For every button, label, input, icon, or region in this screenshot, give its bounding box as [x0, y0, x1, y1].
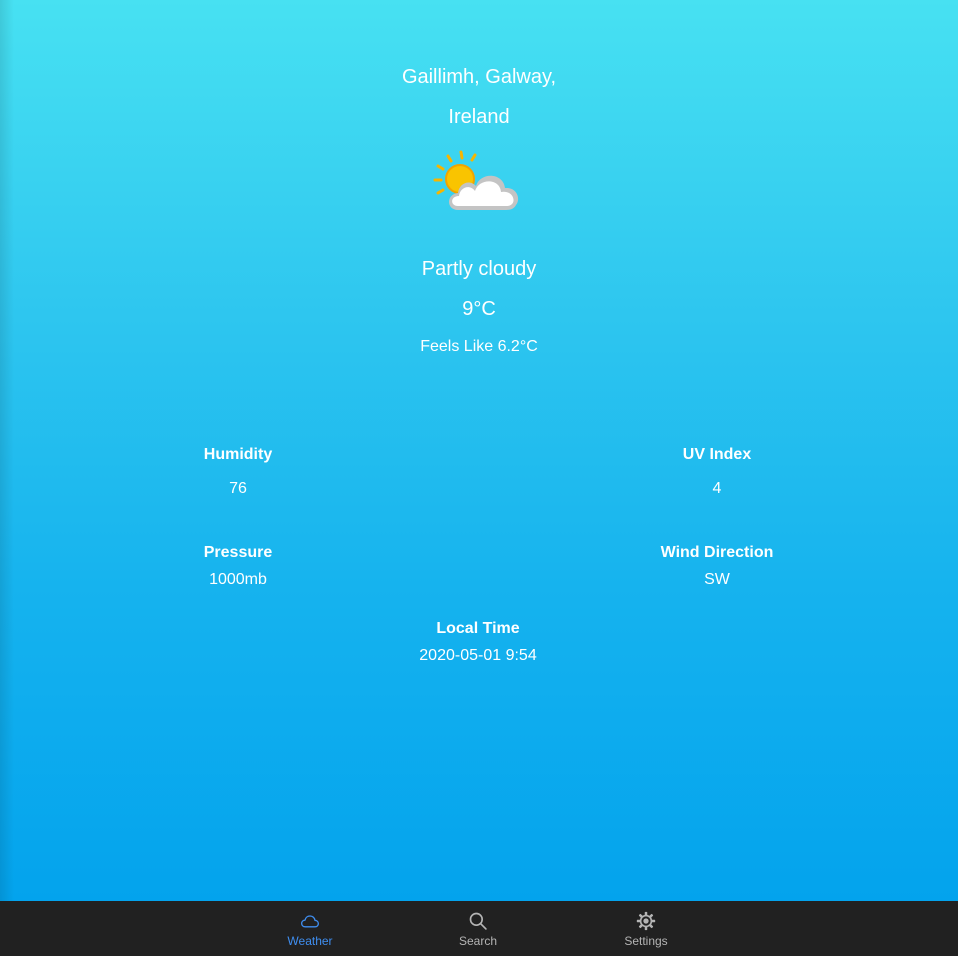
wind-direction-label: Wind Direction	[660, 544, 774, 561]
temperature: 9°C	[462, 298, 496, 320]
cloud-icon	[301, 915, 319, 928]
partly-cloudy-icon	[433, 150, 523, 216]
uv-index-stat: UV Index 4	[617, 446, 817, 498]
pressure-stat: Pressure 1000mb	[138, 544, 338, 589]
wind-direction-value: SW	[704, 571, 730, 588]
location-line-city: Gaillimh, Galway,	[401, 66, 557, 88]
weather-panel: Gaillimh, Galway, Ireland Partly cloudy …	[0, 0, 958, 901]
local-time-label: Local Time	[436, 620, 520, 637]
uv-index-value: 4	[712, 480, 722, 497]
gear-icon	[636, 911, 656, 931]
weather-condition: Partly cloudy	[421, 258, 537, 280]
nav-item-search[interactable]: Search	[423, 901, 533, 956]
pressure-label: Pressure	[203, 544, 273, 561]
wind-direction-stat: Wind Direction SW	[617, 544, 817, 589]
nav-label-weather: Weather	[287, 934, 333, 948]
local-time-value: 2020-05-01 9:54	[419, 647, 537, 664]
feels-like: Feels Like 6.2°C	[420, 338, 538, 355]
pressure-value: 1000mb	[209, 571, 267, 588]
weather-app: Gaillimh, Galway, Ireland Partly cloudy …	[0, 0, 958, 956]
uv-index-label: UV Index	[682, 446, 752, 463]
humidity-stat: Humidity 76	[138, 446, 338, 498]
nav-item-settings[interactable]: Settings	[591, 901, 701, 956]
nav-label-settings: Settings	[624, 934, 668, 948]
humidity-label: Humidity	[203, 446, 273, 463]
nav-label-search: Search	[458, 934, 498, 948]
nav-item-weather[interactable]: Weather	[255, 901, 365, 956]
bottom-navigation: Weather Search Settings	[0, 901, 958, 956]
search-icon	[469, 912, 487, 930]
humidity-value: 76	[229, 480, 247, 497]
location-line-country: Ireland	[448, 106, 510, 128]
local-time-stat: Local Time 2020-05-01 9:54	[378, 620, 578, 665]
